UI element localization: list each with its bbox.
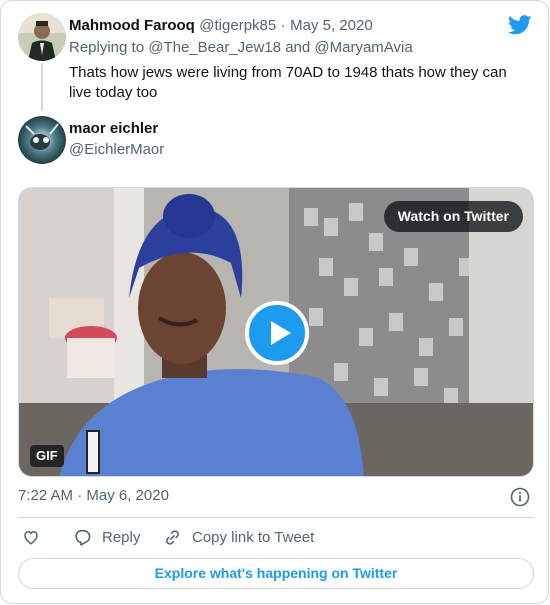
- gif-badge: GIF: [30, 445, 64, 467]
- thread-connector-line: [41, 63, 43, 111]
- reply-tweet-header: Mahmood Farooq @tigerpk85 · May 5, 2020: [69, 17, 373, 35]
- replying-to-line: Replying to @The_Bear_Jew18 and @MaryamA…: [69, 39, 413, 56]
- video-media[interactable]: Watch on Twitter GIF: [18, 187, 534, 477]
- mention-link[interactable]: @The_Bear_Jew18: [148, 39, 281, 56]
- mention-link[interactable]: @MaryamAvia: [314, 39, 412, 56]
- copy-link-button[interactable]: Copy link to Tweet: [163, 526, 314, 548]
- avatar-maor[interactable]: [18, 116, 66, 164]
- heart-icon: [24, 530, 38, 545]
- reply-button[interactable]: Reply: [73, 526, 140, 548]
- link-icon: [166, 529, 179, 545]
- watch-on-twitter-button[interactable]: Watch on Twitter: [383, 201, 523, 232]
- reply-tweet-text: Thats how jews were living from 70AD to …: [69, 64, 507, 101]
- and-word: and: [285, 39, 311, 56]
- play-icon[interactable]: [245, 301, 309, 365]
- main-tweet-author-name: maor eichler: [69, 120, 158, 138]
- author-handle[interactable]: @EichlerMaor: [69, 141, 164, 158]
- tweet-embed-card: Mahmood Farooq @tigerpk85 · May 5, 2020 …: [0, 0, 549, 604]
- tweet-timestamp[interactable]: 7:22 AM · May 6, 2020: [18, 487, 169, 504]
- divider: [18, 517, 534, 518]
- avatar-mahmood[interactable]: [18, 13, 66, 61]
- separator: ·: [280, 17, 286, 34]
- author-handle[interactable]: @tigerpk85: [199, 17, 276, 34]
- info-icon[interactable]: [510, 487, 530, 507]
- explore-button[interactable]: Explore what's happening on Twitter: [18, 558, 534, 589]
- twitter-bird-icon[interactable]: [508, 15, 532, 35]
- author-name[interactable]: Mahmood Farooq: [69, 17, 195, 34]
- copy-link-label: Copy link to Tweet: [192, 528, 315, 546]
- reply-icon: [75, 529, 91, 546]
- like-button[interactable]: [22, 526, 40, 548]
- main-tweet-author-handle: @EichlerMaor: [69, 141, 164, 159]
- author-name[interactable]: maor eichler: [69, 120, 158, 137]
- reply-label: Reply: [102, 528, 141, 546]
- tweet-date[interactable]: May 5, 2020: [290, 17, 373, 34]
- replying-to-prefix: Replying to: [69, 39, 145, 56]
